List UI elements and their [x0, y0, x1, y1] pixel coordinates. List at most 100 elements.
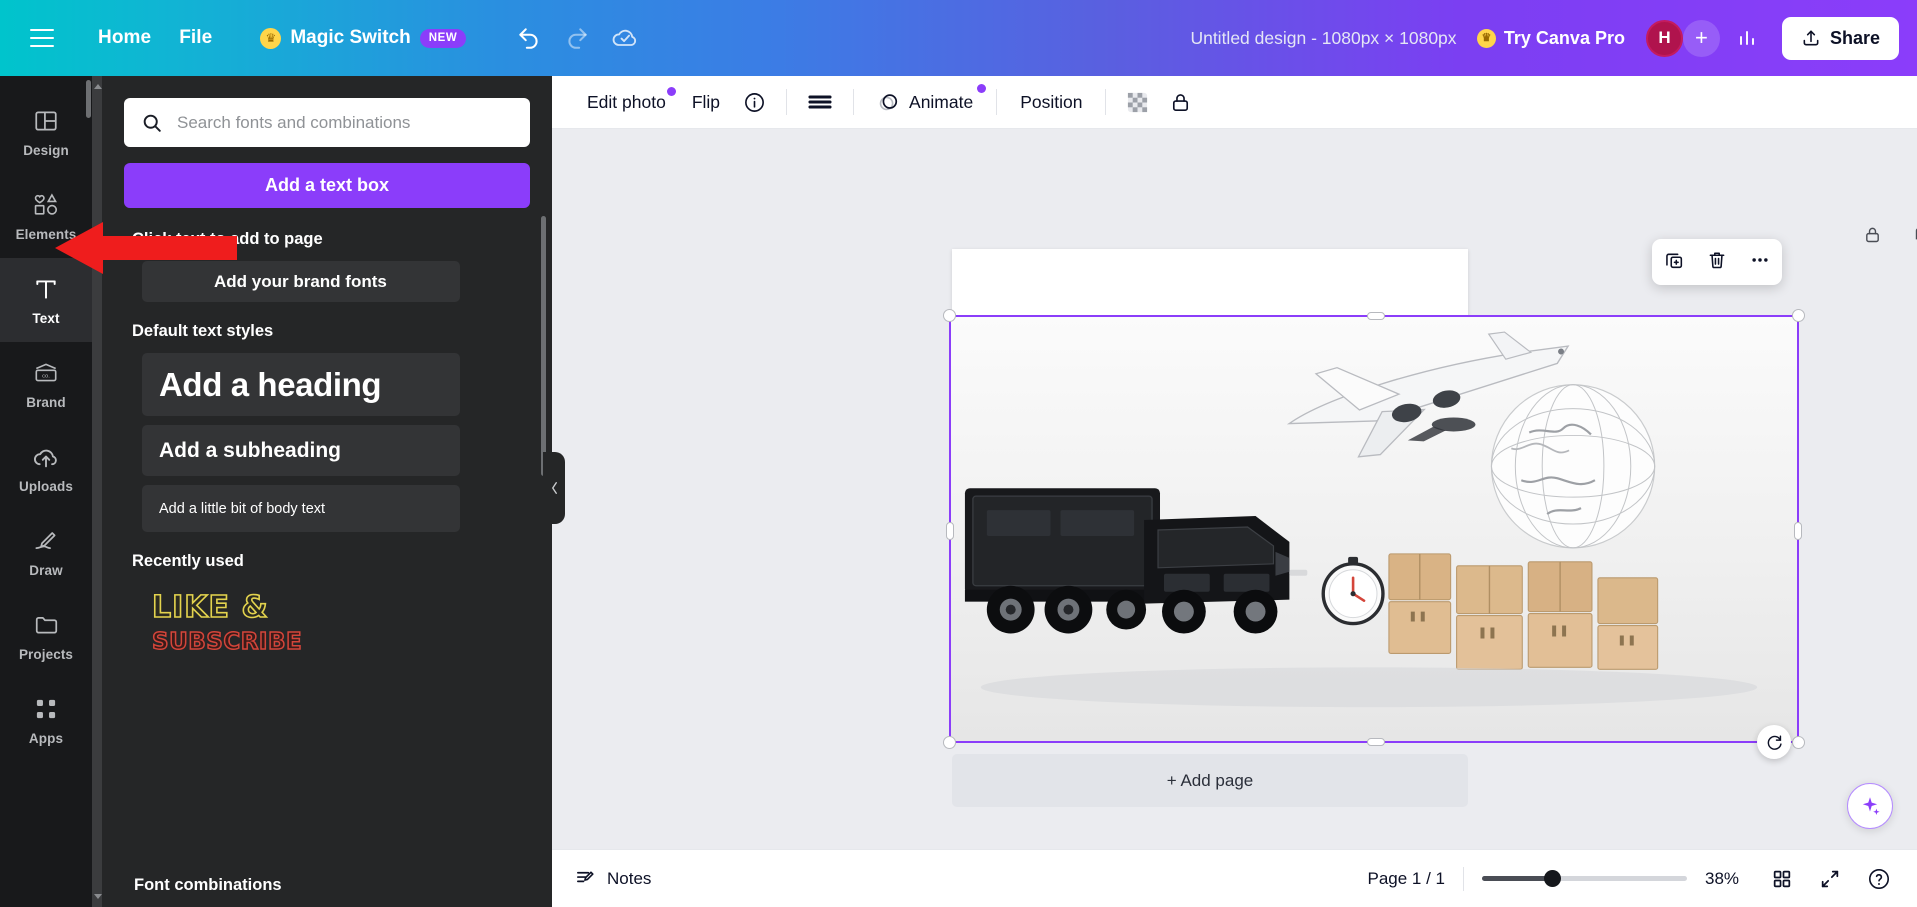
canvas-area[interactable]: + Add page ◀ ▶: [552, 129, 1917, 907]
edit-photo-button[interactable]: Edit photo: [574, 84, 679, 121]
animate-circle-icon: [877, 91, 900, 114]
toolbar-divider: [1105, 89, 1106, 115]
resize-handle-top[interactable]: [1367, 312, 1385, 320]
chevron-down-icon[interactable]: [94, 894, 102, 899]
recently-used-item[interactable]: LIKE & SUBSCRIBE: [152, 593, 530, 685]
style-add-heading[interactable]: Add a heading: [142, 353, 460, 416]
notes-label: Notes: [607, 869, 651, 889]
help-circle-icon[interactable]: [1863, 863, 1895, 895]
trash-icon[interactable]: [1706, 249, 1728, 276]
flip-button[interactable]: Flip: [679, 84, 733, 121]
edit-photo-label: Edit photo: [587, 92, 666, 112]
notes-icon: [574, 867, 597, 890]
sidebar-label-design: Design: [23, 143, 69, 158]
try-pro-label: Try Canva Pro: [1504, 28, 1625, 49]
resize-handle-left[interactable]: [946, 522, 954, 540]
add-page-button[interactable]: + Add page: [952, 754, 1468, 807]
zoom-percentage: 38%: [1705, 869, 1749, 889]
animate-label: Animate: [909, 92, 973, 113]
canvas-page-tools: [1862, 224, 1917, 250]
rotate-icon: [1765, 733, 1784, 752]
cloud-check-icon[interactable]: [604, 17, 646, 59]
add-text-box-button[interactable]: Add a text box: [124, 163, 530, 208]
svg-text:co.: co.: [42, 374, 50, 380]
sidebar-label-projects: Projects: [19, 647, 73, 662]
sidebar-label-brand: Brand: [26, 395, 66, 410]
style-add-subheading[interactable]: Add a subheading: [142, 425, 460, 476]
crown-icon: ♛: [260, 28, 281, 49]
magic-switch-label: Magic Switch: [290, 27, 410, 49]
nav-home[interactable]: Home: [84, 21, 165, 55]
hamburger-menu-icon[interactable]: [30, 29, 54, 47]
more-dots-icon[interactable]: [1749, 249, 1771, 276]
left-rail: Design Elements Text: [0, 76, 92, 907]
style-add-body-text[interactable]: Add a little bit of body text: [142, 485, 460, 532]
grid-view-icon[interactable]: [1767, 864, 1797, 894]
editor-area: Edit photo Flip Animate: [552, 76, 1917, 907]
sidebar-item-uploads[interactable]: Uploads: [0, 426, 92, 510]
recent-art-line1: LIKE &: [152, 593, 530, 623]
chevron-up-icon[interactable]: [94, 84, 102, 89]
magic-assist-fab[interactable]: [1847, 783, 1893, 829]
magic-switch-button[interactable]: ♛ Magic Switch NEW: [248, 21, 478, 55]
duplicate-icon[interactable]: [1663, 249, 1685, 276]
duplicate-page-icon[interactable]: [1913, 224, 1917, 250]
search-placeholder: Search fonts and combinations: [177, 113, 410, 133]
resize-handle-bottom[interactable]: [1367, 738, 1385, 746]
search-input[interactable]: Search fonts and combinations: [124, 98, 530, 147]
lock-icon[interactable]: [1862, 224, 1883, 250]
sidebar-label-text: Text: [32, 311, 59, 326]
folder-icon: [31, 610, 61, 640]
transparency-checker-icon[interactable]: [1116, 84, 1159, 121]
redo-icon[interactable]: [556, 17, 598, 59]
try-canva-pro-button[interactable]: ♛ Try Canva Pro: [1462, 19, 1640, 58]
rotate-handle[interactable]: [1757, 725, 1791, 759]
edit-photo-new-dot: [667, 87, 676, 96]
share-button[interactable]: Share: [1782, 17, 1899, 60]
sidebar-item-draw[interactable]: Draw: [0, 510, 92, 594]
panel-scrollbar-thumb[interactable]: [541, 216, 546, 476]
crown-icon: ♛: [1477, 29, 1496, 48]
resize-handle-tr[interactable]: [1792, 309, 1805, 322]
text-t-icon: [31, 274, 61, 304]
sidebar-label-uploads: Uploads: [19, 479, 73, 494]
new-badge: NEW: [420, 29, 467, 48]
resize-handle-right[interactable]: [1794, 522, 1802, 540]
lock-icon[interactable]: [1159, 84, 1202, 121]
sidebar-label-draw: Draw: [29, 563, 62, 578]
sidebar-item-projects[interactable]: Projects: [0, 594, 92, 678]
nav-file[interactable]: File: [165, 21, 226, 55]
resize-handle-bl[interactable]: [943, 736, 956, 749]
toolbar-divider: [853, 89, 854, 115]
resize-handle-br[interactable]: [1792, 736, 1805, 749]
object-float-bar: [1652, 239, 1782, 285]
bar-chart-icon[interactable]: [1726, 17, 1768, 59]
brand-kit-icon: co.: [31, 358, 61, 388]
panel-scroll-track[interactable]: [92, 76, 102, 907]
add-collaborator-icon[interactable]: +: [1683, 20, 1720, 57]
resize-handle-tl[interactable]: [943, 309, 956, 322]
animate-new-dot: [977, 84, 986, 93]
adjust-lines-icon[interactable]: [797, 85, 843, 119]
pen-draw-icon: [31, 526, 61, 556]
sidebar-item-apps[interactable]: Apps: [0, 678, 92, 762]
recent-art-line2: SUBSCRIBE: [152, 631, 530, 654]
sidebar-item-brand[interactable]: co. Brand: [0, 342, 92, 426]
position-button[interactable]: Position: [1007, 84, 1095, 121]
info-circle-icon[interactable]: [733, 84, 776, 121]
logistics-photo: [951, 317, 1797, 741]
selected-image-object[interactable]: [949, 315, 1799, 743]
collapse-panel-handle[interactable]: [543, 452, 565, 524]
zoom-slider[interactable]: [1482, 876, 1687, 881]
avatar[interactable]: H: [1646, 20, 1683, 57]
bottom-bar: Notes Page 1 / 1 38%: [552, 849, 1917, 907]
sidebar-item-design[interactable]: Design: [0, 90, 92, 174]
undo-icon[interactable]: [508, 17, 550, 59]
top-header: Home File ♛ Magic Switch NEW: [0, 0, 1917, 76]
rail-scrollbar-thumb[interactable]: [86, 80, 91, 118]
animate-button[interactable]: Animate: [864, 83, 986, 122]
fullscreen-icon[interactable]: [1815, 864, 1845, 894]
zoom-slider-knob[interactable]: [1544, 870, 1561, 887]
notes-button[interactable]: Notes: [574, 867, 651, 890]
zoom-slider-fill: [1482, 876, 1550, 881]
